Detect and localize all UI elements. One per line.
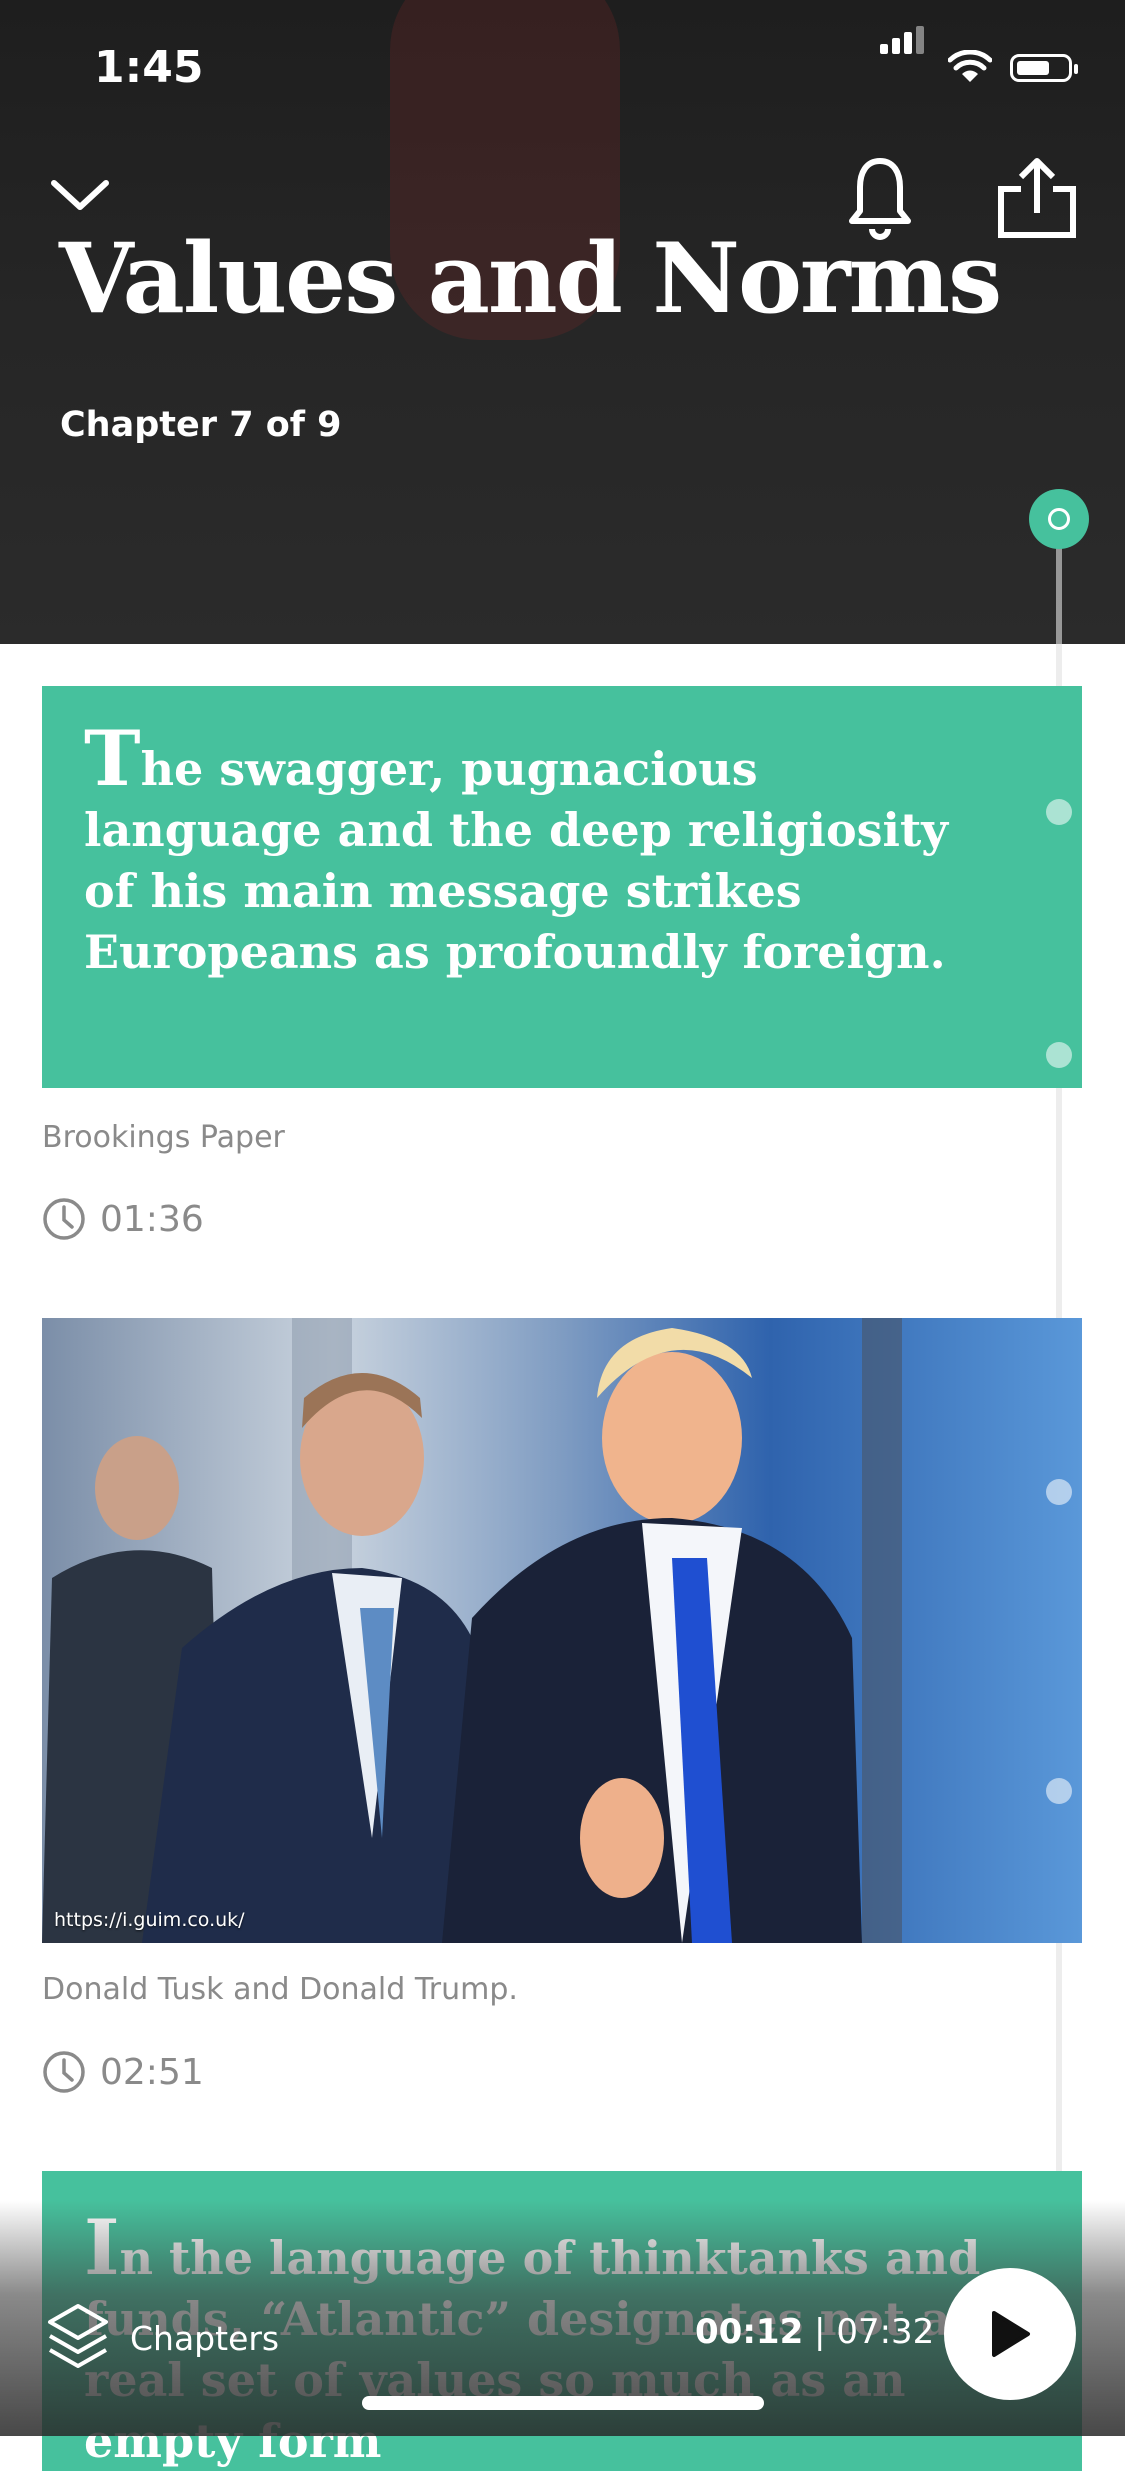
home-indicator[interactable] (362, 2396, 764, 2410)
status-time: 1:45 (94, 42, 204, 93)
collapse-button[interactable] (40, 165, 120, 225)
clock-icon (43, 2051, 85, 2093)
photo-illustration (42, 1318, 1082, 1943)
chevron-down-icon (51, 180, 109, 210)
quote-body: he swagger, pugnacious language and the … (84, 742, 948, 979)
playback-time: 00:12 | 07:32 (695, 2312, 934, 2352)
clock-icon (43, 1198, 85, 1240)
share-icon (998, 158, 1076, 238)
play-icon (992, 2311, 1030, 2357)
quote-card[interactable]: The swagger, pugnacious language and the… (42, 686, 1082, 1088)
photo-credit: https://i.guim.co.uk/ (54, 1909, 245, 1931)
article-photo[interactable]: https://i.guim.co.uk/ (42, 1318, 1082, 1943)
card-duration: 02:51 (42, 2050, 204, 2094)
duration-text: 02:51 (100, 2051, 204, 2093)
photo-caption: Donald Tusk and Donald Trump. (42, 1972, 518, 2007)
quote-dropcap: T (84, 714, 141, 803)
timeline-marker[interactable] (1046, 799, 1072, 825)
page-title: Values and Norms (59, 222, 1002, 335)
timeline-marker[interactable] (1046, 1042, 1072, 1068)
chapter-header: 1:45 Values and Norms Chapter 7 of 9 (0, 0, 1125, 644)
chapter-indicator: Chapter 7 of 9 (60, 405, 342, 445)
elapsed-time: 00:12 (695, 2312, 804, 2352)
time-separator: | (803, 2312, 837, 2352)
quote-source: Brookings Paper (42, 1120, 285, 1155)
quote-text: The swagger, pugnacious language and the… (84, 721, 992, 983)
card-duration: 01:36 (42, 1197, 204, 1241)
wifi-icon (948, 50, 992, 82)
chapters-button[interactable]: Chapters (46, 2302, 279, 2374)
timeline-current-marker[interactable] (1029, 489, 1089, 549)
play-button[interactable] (944, 2268, 1076, 2400)
share-button[interactable] (992, 150, 1082, 246)
chapters-label: Chapters (130, 2318, 280, 2358)
duration-text: 01:36 (100, 1198, 204, 1240)
layers-icon (48, 2304, 108, 2368)
total-time: 07:32 (836, 2312, 935, 2352)
timeline-marker[interactable] (1046, 1778, 1072, 1804)
timeline-marker[interactable] (1046, 1479, 1072, 1505)
battery-icon (1010, 54, 1078, 82)
